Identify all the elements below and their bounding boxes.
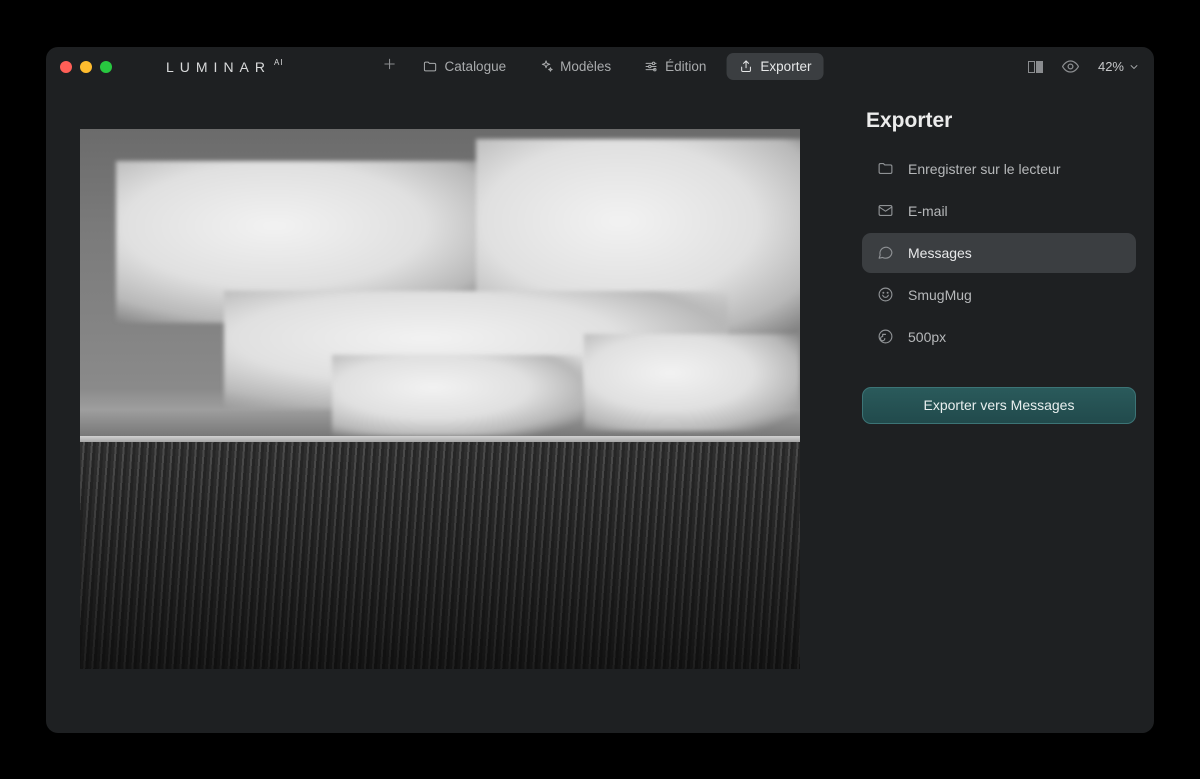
app-window: LUMINAR AI Catalogue Modèles Édition Exp…	[46, 47, 1154, 733]
export-option-500px[interactable]: 500px	[862, 317, 1136, 357]
nav-models-label: Modèles	[560, 59, 611, 74]
zoom-dropdown[interactable]: 42%	[1098, 59, 1140, 74]
nav-edition[interactable]: Édition	[631, 53, 718, 80]
canvas-area	[46, 87, 844, 733]
add-button[interactable]	[377, 56, 403, 77]
titlebar: LUMINAR AI Catalogue Modèles Édition Exp…	[46, 47, 1154, 87]
nav-catalogue-label: Catalogue	[445, 59, 507, 74]
smugmug-icon	[876, 286, 894, 304]
export-option-label: Enregistrer sur le lecteur	[908, 161, 1061, 177]
app-title: LUMINAR AI	[166, 59, 284, 75]
close-window-button[interactable]	[60, 61, 72, 73]
image-preview[interactable]	[80, 129, 800, 669]
minimize-window-button[interactable]	[80, 61, 92, 73]
nav-catalogue[interactable]: Catalogue	[411, 53, 519, 80]
mail-icon	[876, 202, 894, 220]
export-option-smugmug[interactable]: SmugMug	[862, 275, 1136, 315]
window-controls	[60, 61, 112, 73]
export-option-disk[interactable]: Enregistrer sur le lecteur	[862, 149, 1136, 189]
zoom-value: 42%	[1098, 59, 1124, 74]
export-option-messages[interactable]: Messages	[862, 233, 1136, 273]
sidebar-title: Exporter	[862, 109, 1136, 133]
main-area: Exporter Enregistrer sur le lecteur E-ma…	[46, 87, 1154, 733]
maximize-window-button[interactable]	[100, 61, 112, 73]
app-badge: AI	[274, 58, 284, 67]
export-action-button[interactable]: Exporter vers Messages	[862, 387, 1136, 424]
compare-view-button[interactable]	[1028, 61, 1043, 73]
folder-icon	[423, 59, 438, 74]
folder-icon	[876, 160, 894, 178]
export-option-email[interactable]: E-mail	[862, 191, 1136, 231]
messages-icon	[876, 244, 894, 262]
sparkle-icon	[538, 59, 553, 74]
500px-icon	[876, 328, 894, 346]
export-sidebar: Exporter Enregistrer sur le lecteur E-ma…	[844, 87, 1154, 733]
nav-edition-label: Édition	[665, 59, 706, 74]
sliders-icon	[643, 59, 658, 74]
export-option-label: SmugMug	[908, 287, 972, 303]
nav-export-label: Exporter	[760, 59, 811, 74]
export-action-label: Exporter vers Messages	[924, 397, 1075, 413]
plus-icon	[382, 56, 398, 72]
share-icon	[738, 59, 753, 74]
app-name: LUMINAR	[166, 59, 271, 75]
nav-models[interactable]: Modèles	[526, 53, 623, 80]
preview-eye-button[interactable]	[1061, 57, 1080, 76]
export-option-label: E-mail	[908, 203, 948, 219]
titlebar-right: 42%	[1028, 57, 1140, 76]
export-option-label: Messages	[908, 245, 972, 261]
nav-export[interactable]: Exporter	[726, 53, 823, 80]
top-nav: Catalogue Modèles Édition Exporter	[377, 53, 824, 80]
chevron-down-icon	[1128, 61, 1140, 73]
export-option-label: 500px	[908, 329, 946, 345]
